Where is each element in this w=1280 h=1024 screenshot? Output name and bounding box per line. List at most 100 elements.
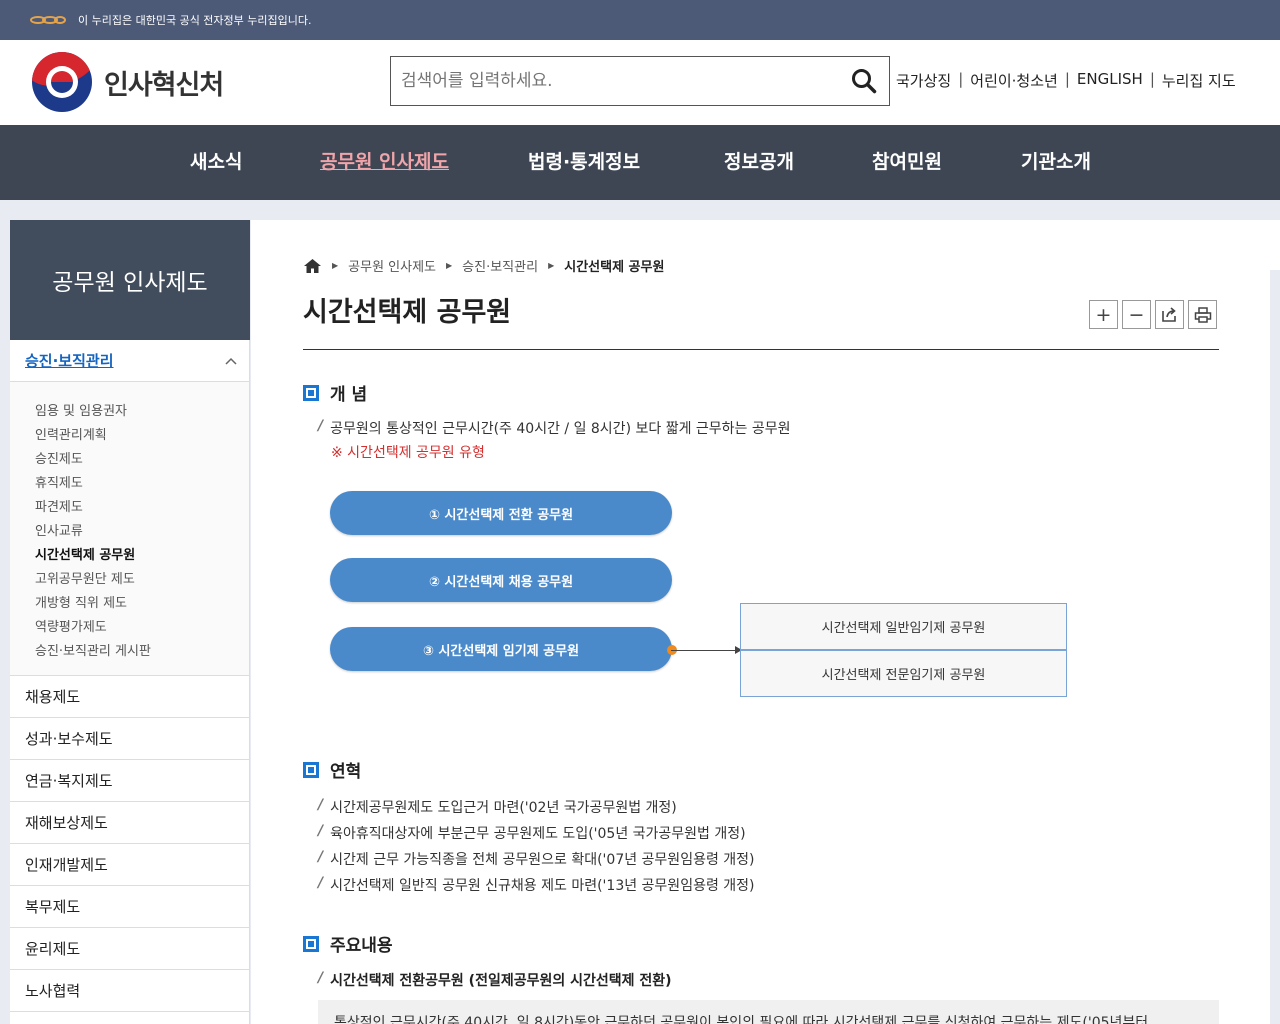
page-tools: + − — [1089, 300, 1217, 329]
main-description-text: 통상적인 근무시간(주 40시간, 일 8시간)동안 근무하던 공무원이 본인의… — [334, 1015, 1149, 1024]
sidebar: 승진·보직관리 임용 및 임용권자 인력관리계획 승진제도 휴직제도 파견제도 … — [10, 340, 250, 1024]
history-text: 육아휴직대상자에 부분근무 공무원제도 도입('05년 국가공무원법 개정) — [330, 826, 746, 842]
zoom-out-button[interactable]: − — [1122, 300, 1151, 329]
util-link-english[interactable]: ENGLISH — [1077, 70, 1143, 91]
bullet-icon: / — [318, 418, 324, 434]
history-item: / 시간제 근무 가능직종을 전체 공무원으로 확대('07년 공무원임용령 개정… — [318, 849, 755, 869]
zoom-in-button[interactable]: + — [1089, 300, 1118, 329]
section-heading-main: 주요내용 — [303, 931, 393, 956]
sub-item-part-time[interactable]: 시간선택제 공무원 — [35, 544, 249, 568]
sidebar-item-ethics[interactable]: 윤리제도 — [10, 928, 249, 970]
divider: | — [1064, 70, 1070, 88]
breadcrumb-current: 시간선택제 공무원 — [564, 260, 665, 275]
sidebar-current-section[interactable]: 승진·보직관리 — [10, 340, 249, 382]
breadcrumb-item[interactable]: 공무원 인사제도 — [348, 256, 436, 275]
sidebar-item-performance-pay[interactable]: 성과·보수제도 — [10, 718, 249, 760]
gnb-item-hr-system[interactable]: 공무원 인사제도 — [320, 147, 449, 174]
history-item: / 시간제공무원제도 도입근거 마련('02년 국가공무원법 개정) — [318, 797, 677, 817]
util-link-national-symbols[interactable]: 국가상징 — [896, 70, 951, 91]
page-title: 시간선택제 공무원 — [303, 297, 512, 328]
sub-item-leave[interactable]: 휴직제도 — [35, 472, 249, 496]
main-content: ▶ 공무원 인사제도 ▶ 승진·보직관리 ▶ 시간선택제 공무원 시간선택제 공… — [251, 220, 1270, 1024]
concept-text: 공무원의 통상적인 근무시간(주 40시간 / 일 8시간) 보다 짧게 근무하… — [330, 421, 791, 437]
history-text: 시간제 근무 가능직종을 전체 공무원으로 확대('07년 공무원임용령 개정) — [330, 852, 755, 868]
chevron-up-icon — [225, 357, 237, 365]
sidebar-item-service[interactable]: 복무제도 — [10, 886, 249, 928]
history-item: / 시간선택제 일반직 공무원 신규채용 제도 마련('13년 공무원임용령 개정… — [318, 875, 755, 895]
gnb-item-laws-stats[interactable]: 법령·통계정보 — [528, 147, 640, 174]
search-icon — [852, 69, 877, 94]
site-logo[interactable]: 인사혁신처 — [32, 52, 224, 112]
gnb-item-info-disclosure[interactable]: 정보공개 — [724, 147, 794, 174]
share-icon — [1162, 307, 1176, 322]
sub-item-dispatch[interactable]: 파견제도 — [35, 496, 249, 520]
breadcrumb: ▶ 공무원 인사제도 ▶ 승진·보직관리 ▶ 시간선택제 공무원 — [303, 256, 664, 275]
sidebar-current-label: 승진·보직관리 — [25, 352, 114, 370]
util-link-kids[interactable]: 어린이·청소년 — [970, 70, 1058, 91]
search-box — [390, 56, 890, 106]
section-bullet-icon — [303, 384, 319, 401]
breadcrumb-arrow-icon: ▶ — [548, 261, 555, 270]
taegeuk-emblem-icon — [32, 52, 92, 112]
logo-text: 인사혁신처 — [104, 69, 224, 101]
sub-item-open-position[interactable]: 개방형 직위 제도 — [35, 592, 249, 616]
gnb-item-participation[interactable]: 참여민원 — [872, 147, 942, 174]
sub-item-exchange[interactable]: 인사교류 — [35, 520, 249, 544]
section-heading-concept: 개 념 — [303, 380, 367, 405]
history-text: 시간선택제 일반직 공무원 신규채용 제도 마련('13년 공무원임용령 개정) — [330, 878, 755, 894]
gnb-item-about[interactable]: 기관소개 — [1021, 147, 1091, 174]
type-conversion-pill: ① 시간선택제 전환 공무원 — [330, 491, 672, 535]
subtype-expert-box: 시간선택제 전문임기제 공무원 — [740, 650, 1067, 697]
bullet-icon: / — [318, 875, 324, 891]
gnb-item-news[interactable]: 새소식 — [190, 147, 242, 174]
history-text: 시간제공무원제도 도입근거 마련('02년 국가공무원법 개정) — [330, 800, 677, 816]
connector-arrow-icon — [671, 646, 742, 654]
sidebar-item-talent-dev[interactable]: 인재개발제도 — [10, 844, 249, 886]
sub-item-competency[interactable]: 역량평가제도 — [35, 616, 249, 640]
print-icon — [1194, 306, 1211, 323]
search-input[interactable] — [391, 57, 839, 105]
main-sub-heading: / 시간선택제 전환공무원 (전일제공무원의 시간선택제 전환) — [318, 970, 672, 990]
concept-line: / 공무원의 통상적인 근무시간(주 40시간 / 일 8시간) 보다 짧게 근… — [318, 418, 791, 438]
page-edge — [1270, 220, 1280, 270]
section-heading-history: 연혁 — [303, 757, 361, 782]
sub-item-appointment[interactable]: 임용 및 임용권자 — [35, 400, 249, 424]
home-icon[interactable] — [303, 258, 322, 274]
print-button[interactable] — [1188, 300, 1217, 329]
main-navigation: 새소식 공무원 인사제도 법령·통계정보 정보공개 참여민원 기관소개 — [0, 125, 1280, 200]
gov-banner-text: 이 누리집은 대한민국 공식 전자정부 누리집입니다. — [78, 14, 312, 27]
section-bullet-icon — [303, 935, 319, 952]
sub-item-board[interactable]: 승진·보직관리 게시판 — [35, 640, 249, 664]
section-heading-text: 개 념 — [330, 385, 368, 405]
bullet-icon: / — [318, 970, 324, 986]
breadcrumb-item[interactable]: 승진·보직관리 — [462, 256, 538, 275]
sidebar-item-accident-comp[interactable]: 재해보상제도 — [10, 802, 249, 844]
bullet-icon: / — [318, 823, 324, 839]
sub-item-senior-civil[interactable]: 고위공무원단 제도 — [35, 568, 249, 592]
breadcrumb-arrow-icon: ▶ — [332, 261, 339, 270]
divider: | — [958, 70, 964, 88]
sidebar-item-labor[interactable]: 노사협력 — [10, 970, 249, 1012]
sub-item-promotion[interactable]: 승진제도 — [35, 448, 249, 472]
main-sub-heading-text: 시간선택제 전환공무원 (전일제공무원의 시간선택제 전환) — [330, 973, 672, 989]
gov-banner: 이 누리집은 대한민국 공식 전자정부 누리집입니다. — [0, 0, 1280, 40]
bullet-icon: / — [318, 849, 324, 865]
sidebar-sub-menu: 임용 및 임용권자 인력관리계획 승진제도 휴직제도 파견제도 인사교류 시간선… — [10, 382, 249, 676]
breadcrumb-arrow-icon: ▶ — [446, 261, 453, 270]
title-divider — [303, 349, 1219, 350]
site-header: 인사혁신처 국가상징 | 어린이·청소년 | ENGLISH | 누리집 지도 — [0, 40, 1280, 125]
sidebar-item-recruitment[interactable]: 채용제도 — [10, 676, 249, 718]
section-heading-text: 주요내용 — [330, 936, 393, 956]
section-heading-text: 연혁 — [330, 762, 362, 782]
util-link-sitemap[interactable]: 누리집 지도 — [1162, 70, 1236, 91]
divider: | — [1149, 70, 1155, 88]
search-button[interactable] — [839, 57, 889, 105]
bullet-icon: / — [318, 797, 324, 813]
share-button[interactable] — [1155, 300, 1184, 329]
sub-item-workforce-plan[interactable]: 인력관리계획 — [35, 424, 249, 448]
sidebar-item-pension-welfare[interactable]: 연금·복지제도 — [10, 760, 249, 802]
types-note: ※ 시간선택제 공무원 유형 — [331, 445, 485, 461]
gov-emblem-icon — [30, 13, 68, 27]
section-bullet-icon — [303, 761, 319, 778]
type-recruitment-pill: ② 시간선택제 채용 공무원 — [330, 558, 672, 602]
